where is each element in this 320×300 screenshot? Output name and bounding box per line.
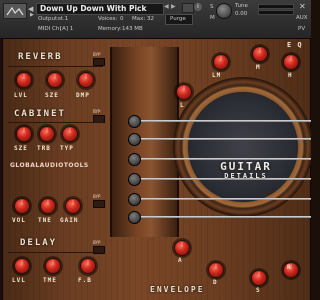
delay-time-label: TME — [43, 277, 57, 284]
eq-high-label: H — [288, 72, 293, 79]
guitar-string — [128, 120, 311, 122]
delay-level-label: LVL — [12, 277, 26, 284]
voices-value: 0 — [120, 16, 124, 22]
midi-value[interactable]: [A] 1 — [60, 26, 73, 32]
instrument-next-icon[interactable]: ▶ — [171, 3, 176, 10]
bypass-label: BYP — [93, 240, 101, 245]
eq-low-label: L — [180, 102, 185, 109]
max-label: Max: — [132, 16, 146, 22]
eq-mid-knob[interactable] — [252, 46, 268, 62]
delay-time-knob[interactable] — [45, 258, 61, 274]
reverb-damp-knob[interactable] — [78, 72, 94, 88]
section-divider — [8, 252, 103, 253]
guitar-string — [128, 138, 311, 140]
reverb-bypass-toggle[interactable]: BYP — [93, 52, 105, 66]
reverb-size-label: SZE — [45, 92, 59, 99]
pv-label[interactable]: PV — [298, 26, 305, 32]
envelope-decay-label: D — [213, 279, 218, 286]
guitar-string — [128, 198, 311, 200]
reverb-level-knob[interactable] — [16, 72, 32, 88]
bypass-label: BYP — [93, 52, 101, 57]
tune-value: 0.00 — [235, 11, 248, 17]
instrument-logo-icon[interactable] — [3, 3, 27, 19]
tune-knob-icon[interactable] — [216, 3, 232, 19]
eq-low-knob[interactable] — [176, 84, 192, 100]
eq-lowmid-knob[interactable] — [213, 54, 229, 70]
reverb-title: REVERB — [18, 52, 63, 62]
purge-button[interactable]: Purge — [165, 14, 193, 25]
close-icon[interactable]: ✕ — [299, 2, 306, 11]
brand-logo: GLOBALAUDIOTOOLS — [10, 162, 89, 169]
cabinet-size-knob[interactable] — [16, 126, 32, 142]
section-divider — [8, 66, 103, 67]
soundhole — [188, 92, 298, 202]
reverb-level-label: LVL — [14, 92, 28, 99]
amp-volume-label: VOL — [12, 217, 26, 224]
amp-bypass-toggle[interactable]: BYP — [93, 194, 105, 208]
bypass-label: BYP — [93, 109, 101, 114]
tuning-peg[interactable] — [128, 153, 141, 166]
level-meter — [258, 4, 294, 9]
instrument-header: ◀ ▶ Down Up Down With Pick ◀ ▶ i Output:… — [0, 0, 311, 39]
tuning-peg[interactable] — [128, 173, 141, 186]
cabinet-type-label: TYP — [60, 145, 74, 152]
envelope-sustain-knob[interactable] — [251, 270, 267, 286]
tuning-peg[interactable] — [128, 211, 141, 224]
cabinet-size-label: SZE — [14, 145, 28, 152]
tune-label: Tune — [235, 3, 248, 9]
eq-high-knob[interactable] — [283, 54, 299, 70]
purge-label: Purge — [170, 16, 186, 22]
cabinet-treble-knob[interactable] — [39, 126, 55, 142]
eq-mid-label: M — [256, 64, 261, 71]
reverb-size-knob[interactable] — [47, 72, 63, 88]
amp-tone-knob[interactable] — [40, 198, 56, 214]
section-divider — [8, 122, 103, 123]
eq-title: E Q — [287, 41, 303, 49]
chevron-right-icon[interactable]: ▶ — [30, 12, 34, 18]
delay-title: DELAY — [20, 238, 58, 248]
instrument-prev-icon[interactable]: ◀ — [164, 3, 169, 10]
delay-feedback-label: F.B — [78, 277, 92, 284]
level-meter — [258, 10, 294, 15]
m-label[interactable]: M — [210, 15, 215, 21]
info-icon[interactable]: i — [194, 3, 202, 11]
guitar-headstock — [110, 47, 179, 237]
amp-gain-label: GAIN — [60, 217, 79, 224]
envelope-release-label: R — [287, 264, 292, 271]
reverb-damp-label: DMP — [76, 92, 90, 99]
amp-gain-knob[interactable] — [65, 198, 81, 214]
instrument-name-field[interactable]: Down Up Down With Pick — [36, 3, 164, 15]
instrument-name: Down Up Down With Pick — [40, 4, 147, 13]
amp-tone-label: TNE — [38, 217, 52, 224]
envelope-attack-label: A — [178, 257, 183, 264]
cabinet-title: CABINET — [14, 109, 66, 119]
bypass-label: BYP — [93, 194, 101, 199]
voices-label: Voices: — [98, 16, 118, 22]
guitar-subtitle: DETAILS — [224, 172, 268, 180]
aux-label[interactable]: AUX — [296, 15, 308, 21]
eq-lowmid-label: LM — [212, 72, 222, 79]
tuning-peg[interactable] — [128, 193, 141, 206]
envelope-attack-knob[interactable] — [174, 240, 190, 256]
cabinet-treble-label: TRB — [37, 145, 51, 152]
camera-icon[interactable] — [182, 3, 194, 13]
kontakt-instrument-window: ◀ ▶ Down Up Down With Pick ◀ ▶ i Output:… — [0, 0, 311, 300]
output-label: Output: — [38, 16, 59, 22]
envelope-sustain-label: S — [256, 287, 261, 294]
s-label[interactable]: S — [210, 4, 214, 10]
envelope-decay-knob[interactable] — [208, 262, 224, 278]
guitar-string — [128, 216, 311, 218]
midi-label: MIDI Ch: — [38, 26, 62, 32]
max-value[interactable]: 32 — [147, 16, 154, 22]
tuning-peg[interactable] — [128, 133, 141, 146]
envelope-title: ENVELOPE — [150, 285, 205, 294]
cabinet-type-knob[interactable] — [62, 126, 78, 142]
delay-level-knob[interactable] — [14, 258, 30, 274]
amp-volume-knob[interactable] — [14, 198, 30, 214]
memory-label: Memory: — [98, 26, 122, 32]
tuning-peg[interactable] — [128, 115, 141, 128]
delay-feedback-knob[interactable] — [80, 258, 96, 274]
output-value[interactable]: st.1 — [58, 16, 68, 22]
memory-value: 143 MB — [122, 26, 143, 32]
